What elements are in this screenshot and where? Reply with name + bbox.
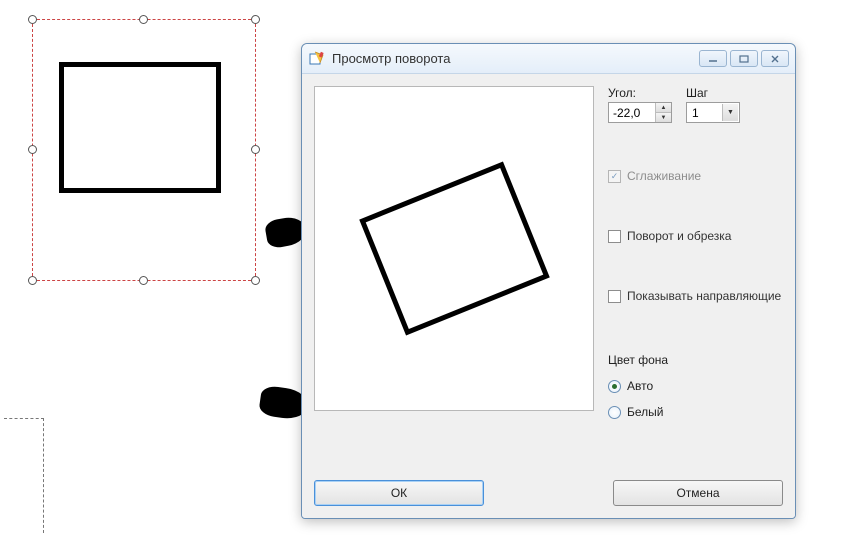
bg-auto-radio-row[interactable]: Авто: [608, 379, 783, 393]
canvas-rectangle-shape: [59, 62, 221, 193]
ok-button-label: ОК: [391, 486, 407, 500]
smoothing-checkbox: ✓: [608, 170, 621, 183]
resize-handle-ml[interactable]: [28, 145, 37, 154]
canvas-boundary: [4, 418, 44, 533]
minimize-button[interactable]: [699, 50, 727, 67]
resize-handle-br[interactable]: [251, 276, 260, 285]
smoothing-label: Сглаживание: [627, 169, 701, 183]
bg-auto-radio[interactable]: [608, 380, 621, 393]
canvas-boundary: [4, 418, 44, 419]
bg-color-group-label: Цвет фона: [608, 353, 783, 367]
resize-handle-tl[interactable]: [28, 15, 37, 24]
angle-spinner[interactable]: ▲ ▼: [608, 102, 672, 123]
rotate-crop-checkbox-row[interactable]: Поворот и обрезка: [608, 229, 783, 243]
resize-handle-tm[interactable]: [139, 15, 148, 24]
show-guides-checkbox[interactable]: [608, 290, 621, 303]
step-label: Шаг: [686, 86, 740, 100]
resize-handle-bl[interactable]: [28, 276, 37, 285]
spinner-down-icon[interactable]: ▼: [655, 113, 671, 122]
resize-handle-bm[interactable]: [139, 276, 148, 285]
rotate-preview-dialog: Просмотр поворота Угол:: [301, 43, 796, 519]
bg-white-label: Белый: [627, 405, 663, 419]
rotate-crop-checkbox[interactable]: [608, 230, 621, 243]
app-icon: [308, 50, 326, 68]
step-value: 1: [692, 106, 699, 120]
spinner-up-icon[interactable]: ▲: [655, 103, 671, 113]
maximize-button[interactable]: [730, 50, 758, 67]
dialog-title: Просмотр поворота: [332, 51, 696, 66]
preview-pane: [314, 86, 594, 411]
bg-auto-label: Авто: [627, 379, 653, 393]
bg-white-radio-row[interactable]: Белый: [608, 405, 783, 419]
cancel-button-label: Отмена: [676, 486, 719, 500]
close-button[interactable]: [761, 50, 789, 67]
resize-handle-mr[interactable]: [251, 145, 260, 154]
controls-column: Угол: ▲ ▼ Шаг 1 ▼: [608, 86, 783, 464]
preview-rotated-shape: [359, 162, 550, 336]
smoothing-checkbox-row: ✓ Сглаживание: [608, 169, 783, 183]
step-combo[interactable]: 1 ▼: [686, 102, 740, 123]
cancel-button[interactable]: Отмена: [613, 480, 783, 506]
titlebar[interactable]: Просмотр поворота: [302, 44, 795, 74]
dialog-body: Угол: ▲ ▼ Шаг 1 ▼: [302, 74, 795, 518]
resize-handle-tr[interactable]: [251, 15, 260, 24]
bg-white-radio[interactable]: [608, 406, 621, 419]
chevron-down-icon[interactable]: ▼: [722, 104, 738, 121]
show-guides-label: Показывать направляющие: [627, 289, 781, 303]
show-guides-checkbox-row[interactable]: Показывать направляющие: [608, 289, 783, 303]
ok-button[interactable]: ОК: [314, 480, 484, 506]
angle-label: Угол:: [608, 86, 672, 100]
rotate-crop-label: Поворот и обрезка: [627, 229, 731, 243]
